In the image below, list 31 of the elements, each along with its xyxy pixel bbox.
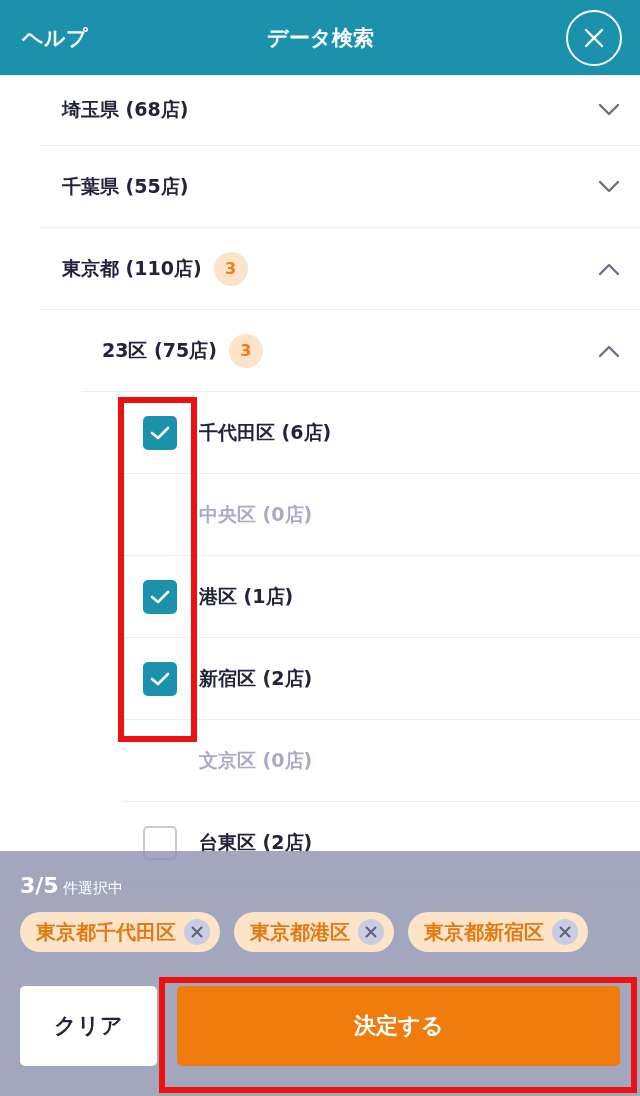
help-link[interactable]: ヘルプ (22, 23, 88, 52)
clear-button[interactable]: クリア (20, 986, 157, 1066)
chevron-down-icon[interactable] (598, 103, 620, 117)
remove-icon[interactable] (552, 919, 578, 945)
checkbox[interactable] (143, 415, 177, 450)
checkmark-icon (149, 588, 171, 605)
area-label[interactable]: 千葉県 (55店) (62, 173, 189, 200)
chevron-up-icon[interactable] (598, 343, 620, 358)
area-label[interactable]: 23区 (75店) (102, 337, 217, 364)
ward-label[interactable]: 台東区 (2店) (199, 829, 313, 856)
checkbox[interactable] (143, 661, 177, 696)
area-label[interactable]: 東京都 (110店) (62, 255, 202, 282)
remove-icon[interactable] (184, 919, 210, 945)
chevron-up-icon[interactable] (598, 261, 620, 276)
chevron-down-icon[interactable] (598, 179, 620, 194)
ward-label: 文京区 (0店) (199, 747, 313, 773)
ward-label[interactable]: 港区 (1店) (199, 583, 294, 610)
count-badge: 3 (228, 333, 263, 368)
ward-label[interactable]: 新宿区 (2店) (199, 665, 313, 692)
checkmark-icon (149, 424, 171, 441)
ward-label[interactable]: 千代田区 (6店) (199, 419, 332, 446)
remove-icon[interactable] (358, 919, 384, 945)
selection-count: 3/5 (20, 873, 59, 898)
checkmark-icon (149, 670, 171, 687)
selection-label: 件選択中 (62, 879, 123, 898)
ward-label: 中央区 (0店) (199, 501, 313, 527)
count-badge: 3 (213, 251, 248, 286)
checkbox[interactable] (143, 579, 177, 614)
close-icon (583, 26, 605, 49)
area-label[interactable]: 埼玉県 (68店) (62, 97, 189, 123)
window-title: データ検索 (266, 24, 374, 52)
